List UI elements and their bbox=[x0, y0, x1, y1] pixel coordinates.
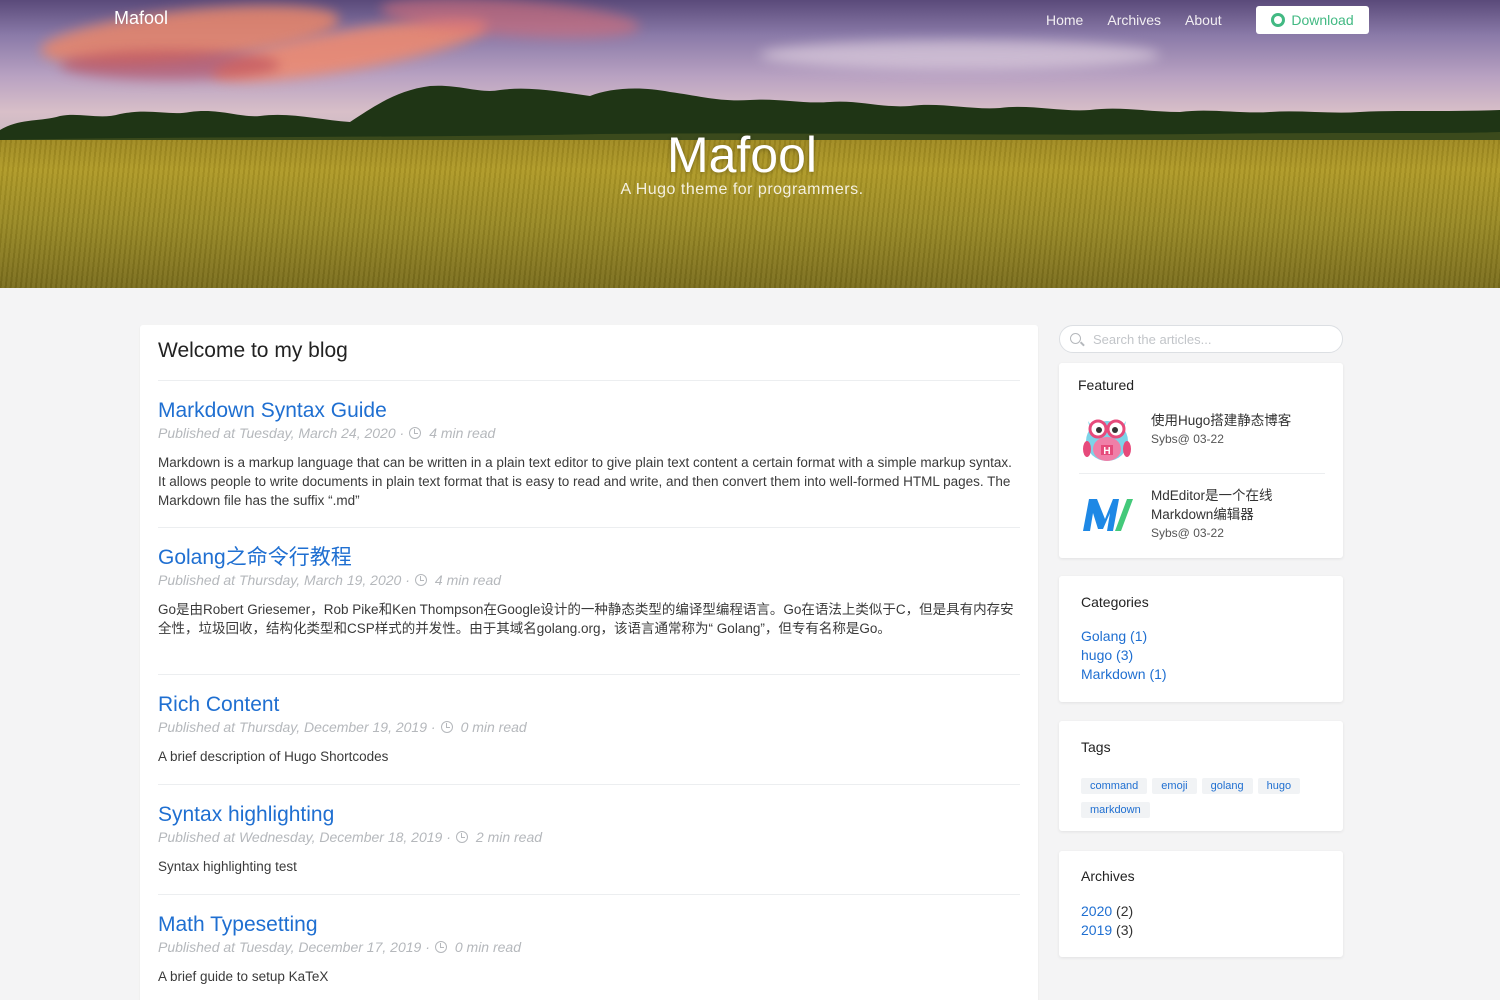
download-label: Download bbox=[1291, 12, 1354, 28]
github-icon bbox=[1271, 13, 1286, 27]
post-description: Markdown is a markup language that can b… bbox=[158, 455, 1012, 508]
post-divider bbox=[158, 894, 1020, 895]
category-link[interactable]: Markdown (1) bbox=[1081, 665, 1167, 684]
post-title-link[interactable]: Rich Content bbox=[158, 693, 1020, 717]
post-title-link[interactable]: Markdown Syntax Guide bbox=[158, 399, 1020, 423]
archive-row: 2020 (2) bbox=[1081, 902, 1133, 921]
tag-link[interactable]: hugo bbox=[1257, 778, 1301, 794]
tags-card: Tags command emoji golang hugo markdown bbox=[1059, 721, 1343, 831]
hero-banner: Mafool Home Archives About Download Mafo… bbox=[0, 0, 1500, 288]
nav-about-link[interactable]: About bbox=[1185, 12, 1222, 28]
post-date: Published at Thursday, March 19, 2020 · bbox=[158, 572, 410, 588]
categories-title: Categories bbox=[1081, 594, 1149, 610]
post-item: Math Typesetting Published at Tuesday, D… bbox=[158, 913, 1020, 986]
clock-icon bbox=[414, 574, 427, 586]
post-read-time: 0 min read bbox=[454, 939, 522, 955]
archives-card: Archives 2020 (2) 2019 (3) bbox=[1059, 851, 1343, 957]
post-divider bbox=[158, 527, 1020, 528]
title-divider bbox=[158, 380, 1020, 381]
post-meta: Published at Thursday, December 19, 2019… bbox=[158, 718, 1020, 736]
featured-item[interactable]: MdEditor是一个在线Markdown编辑器 Sybs@ 03-22 bbox=[1079, 485, 1325, 545]
post-divider bbox=[158, 674, 1020, 675]
post-item: Markdown Syntax Guide Published at Tuesd… bbox=[158, 399, 1020, 510]
post-meta: Published at Wednesday, December 18, 201… bbox=[158, 828, 1020, 846]
post-read-time: 4 min read bbox=[434, 572, 502, 588]
archive-year-link[interactable]: 2020 bbox=[1081, 903, 1112, 919]
nav-brand[interactable]: Mafool bbox=[114, 8, 168, 29]
search-icon bbox=[1070, 333, 1081, 344]
category-link[interactable]: Golang (1) bbox=[1081, 627, 1167, 646]
svg-text:H: H bbox=[1103, 446, 1110, 457]
post-meta: Published at Tuesday, March 24, 2020 · 4… bbox=[158, 424, 1020, 442]
featured-item-meta: Sybs@ 03-22 bbox=[1151, 432, 1224, 446]
post-description: A brief guide to setup KaTeX bbox=[158, 969, 329, 984]
tag-link[interactable]: command bbox=[1081, 778, 1148, 794]
featured-item-meta: Sybs@ 03-22 bbox=[1151, 526, 1224, 540]
search-input[interactable] bbox=[1093, 330, 1333, 348]
post-divider bbox=[158, 784, 1020, 785]
categories-card: Categories Golang (1) hugo (3) Markdown … bbox=[1059, 576, 1343, 702]
post-read-time: 2 min read bbox=[475, 829, 543, 845]
archive-count: (2) bbox=[1116, 903, 1134, 919]
category-link[interactable]: hugo (3) bbox=[1081, 646, 1167, 665]
tag-link[interactable]: golang bbox=[1201, 778, 1253, 794]
page-title: Welcome to my blog bbox=[158, 339, 348, 362]
post-description: Syntax highlighting test bbox=[158, 859, 297, 874]
featured-item-title: MdEditor是一个在线Markdown编辑器 bbox=[1151, 488, 1273, 522]
archives-list: 2020 (2) 2019 (3) bbox=[1081, 902, 1133, 940]
clock-icon bbox=[440, 721, 453, 733]
archives-title: Archives bbox=[1081, 868, 1135, 884]
post-date: Published at Tuesday, March 24, 2020 · bbox=[158, 425, 405, 441]
post-meta: Published at Thursday, March 19, 2020 · … bbox=[158, 571, 1020, 589]
post-title-link[interactable]: Syntax highlighting bbox=[158, 803, 1020, 827]
nav-links: Home Archives About bbox=[1046, 12, 1222, 28]
post-date: Published at Tuesday, December 17, 2019 … bbox=[158, 939, 430, 955]
featured-title: Featured bbox=[1078, 377, 1135, 393]
hugo-owl-icon: H bbox=[1083, 419, 1131, 461]
tags-list: command emoji golang hugo markdown bbox=[1081, 774, 1326, 822]
tags-title: Tags bbox=[1081, 739, 1111, 755]
post-item: Golang之命令行教程 Published at Thursday, Marc… bbox=[158, 546, 1020, 638]
archive-row: 2019 (3) bbox=[1081, 921, 1133, 940]
post-title-link[interactable]: Math Typesetting bbox=[158, 913, 1020, 937]
mdeditor-logo-icon bbox=[1083, 499, 1133, 531]
clock-icon bbox=[409, 427, 422, 439]
tag-link[interactable]: emoji bbox=[1152, 778, 1197, 794]
featured-item-title: 使用Hugo搭建静态博客 bbox=[1151, 413, 1292, 428]
post-meta: Published at Tuesday, December 17, 2019 … bbox=[158, 938, 1020, 956]
post-title-link[interactable]: Golang之命令行教程 bbox=[158, 546, 1020, 570]
post-list-panel: Welcome to my blog Markdown Syntax Guide… bbox=[140, 325, 1038, 1000]
post-item: Rich Content Published at Thursday, Dece… bbox=[158, 693, 1020, 766]
clock-icon bbox=[455, 831, 468, 843]
post-description: Go是由Robert Griesemer，Rob Pike和Ken Thomps… bbox=[158, 602, 1014, 636]
hero-subtitle: A Hugo theme for programmers. bbox=[620, 181, 864, 198]
post-read-time: 4 min read bbox=[429, 425, 496, 441]
archive-year-link[interactable]: 2019 bbox=[1081, 922, 1112, 938]
search-box bbox=[1059, 325, 1343, 353]
categories-list: Golang (1) hugo (3) Markdown (1) bbox=[1081, 627, 1167, 684]
featured-divider bbox=[1079, 473, 1325, 474]
featured-item[interactable]: H 使用Hugo搭建静态博客 Sybs@ 03-22 bbox=[1079, 409, 1325, 465]
nav-archives-link[interactable]: Archives bbox=[1107, 12, 1161, 28]
featured-card: Featured H 使用Hugo搭建静态博客 Sybs@ 03-22 MdEd… bbox=[1059, 363, 1343, 558]
archive-count: (3) bbox=[1116, 922, 1134, 938]
post-description: A brief description of Hugo Shortcodes bbox=[158, 749, 389, 764]
post-date: Published at Thursday, December 19, 2019… bbox=[158, 719, 436, 735]
post-item: Syntax highlighting Published at Wednesd… bbox=[158, 803, 1020, 876]
download-button[interactable]: Download bbox=[1256, 6, 1369, 34]
tag-link[interactable]: markdown bbox=[1081, 802, 1150, 818]
nav-home-link[interactable]: Home bbox=[1046, 12, 1083, 28]
hero-title: Mafool bbox=[666, 127, 818, 183]
clock-icon bbox=[434, 941, 447, 953]
post-read-time: 0 min read bbox=[460, 719, 527, 735]
post-date: Published at Wednesday, December 18, 201… bbox=[158, 829, 451, 845]
